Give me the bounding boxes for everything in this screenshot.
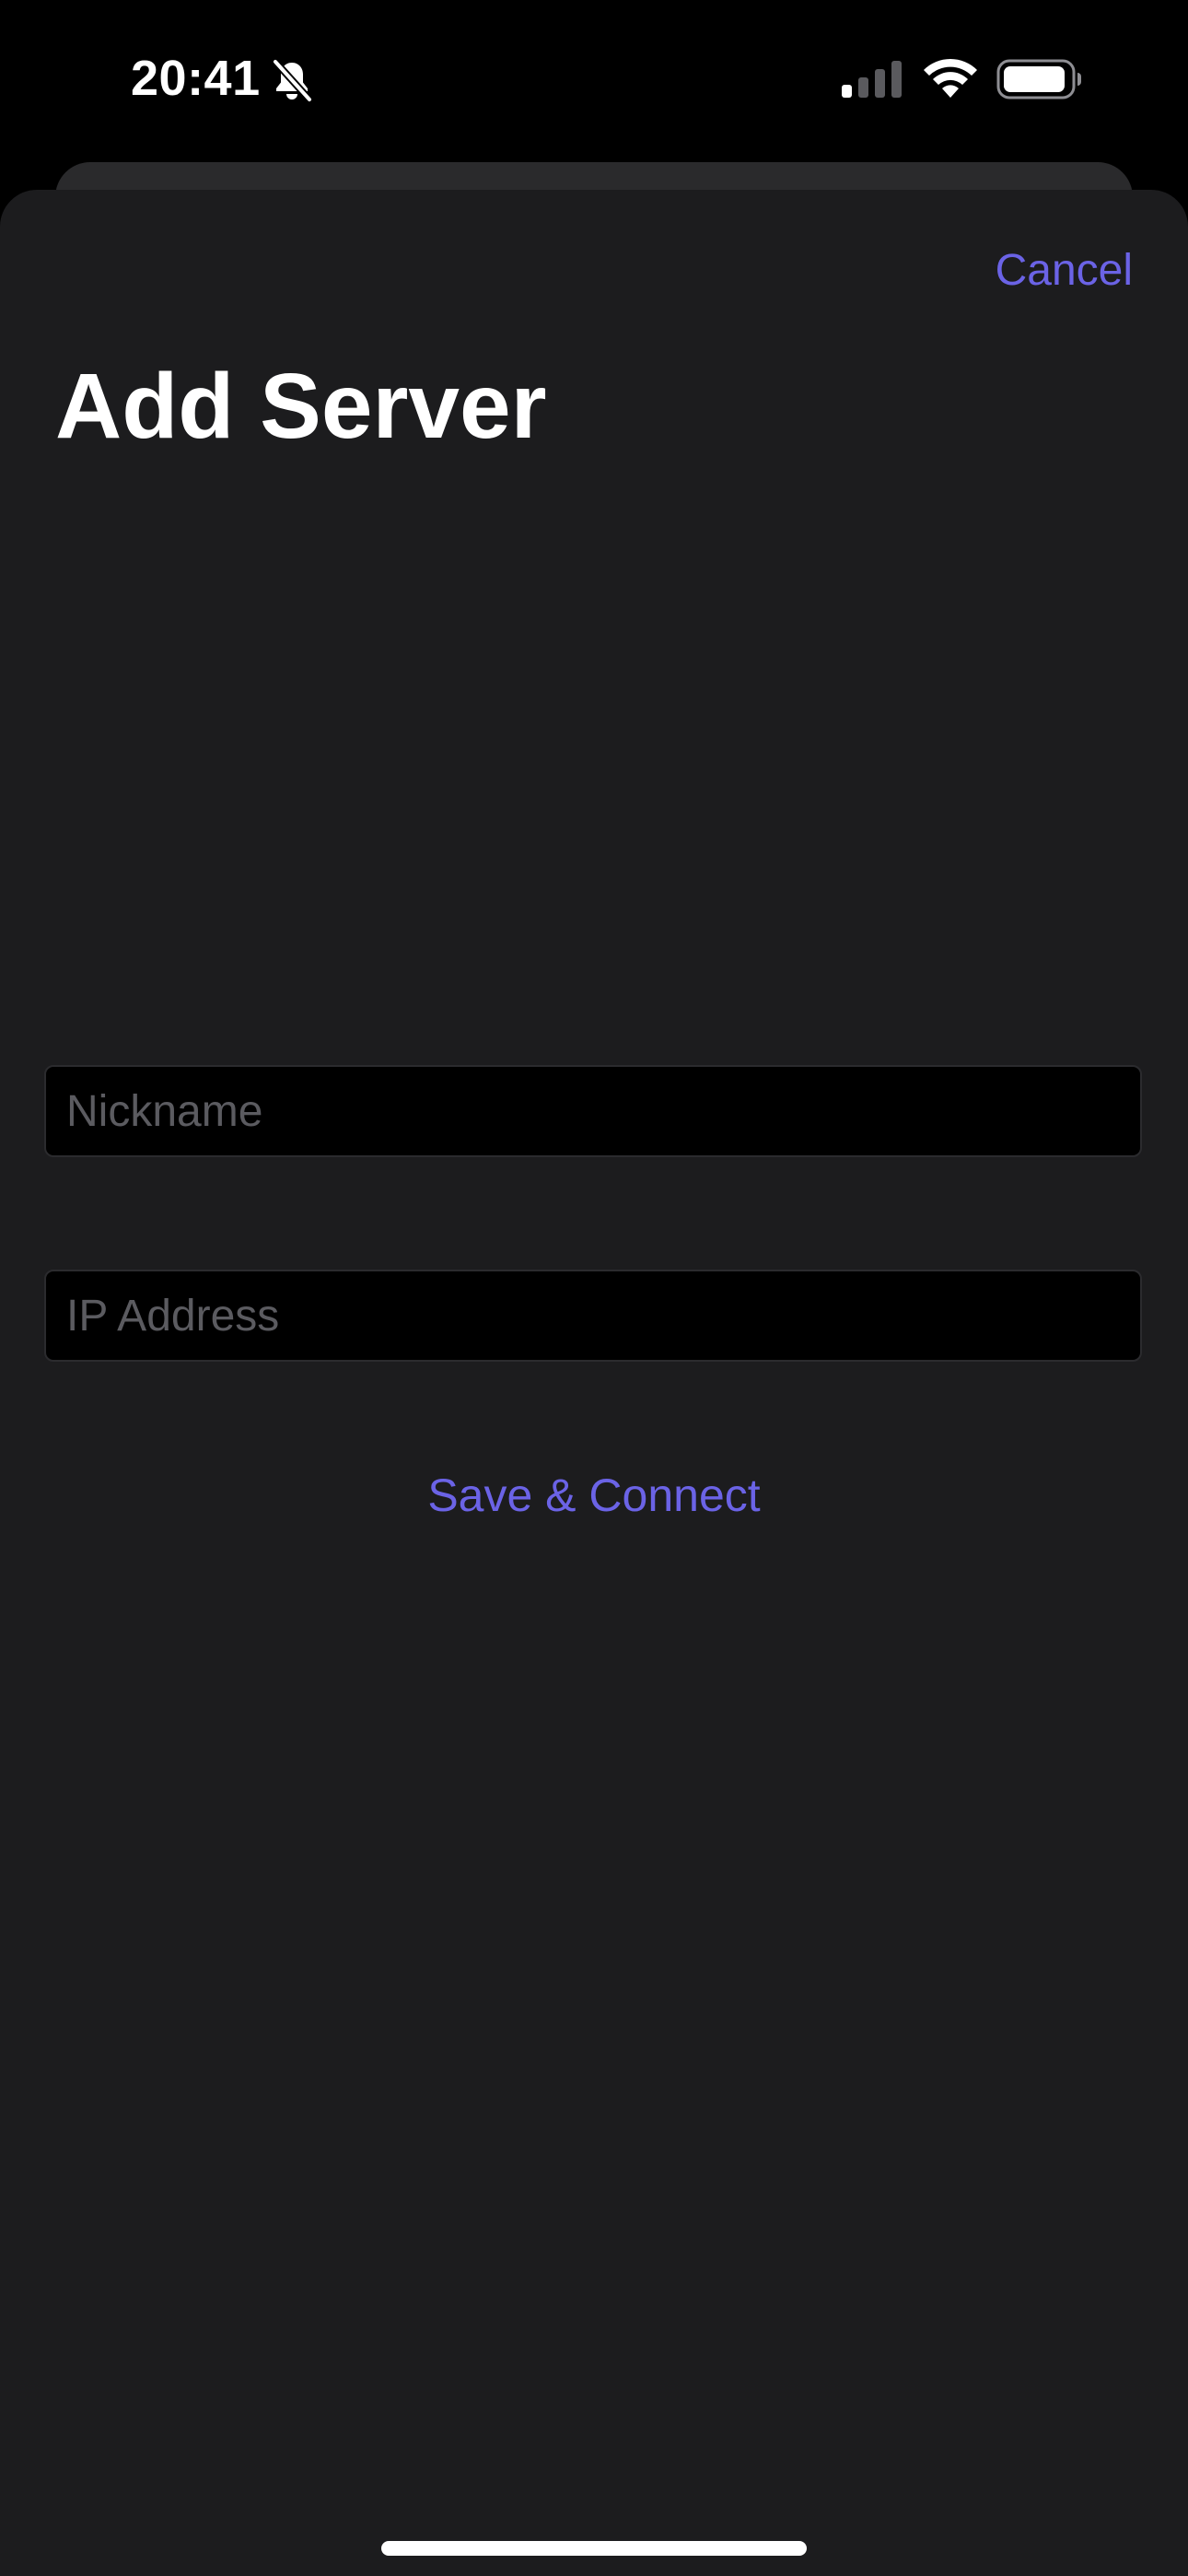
save-connect-button[interactable]: Save & Connect [0,1469,1188,1522]
bell-slash-icon [272,59,313,103]
status-bar: 20:41 [0,0,1188,162]
nickname-field[interactable] [44,1065,1142,1157]
ip-address-field[interactable] [44,1270,1142,1362]
cellular-signal-icon [842,61,902,98]
wifi-icon [924,58,977,98]
home-indicator[interactable] [381,2541,807,2556]
status-time: 20:41 [131,51,261,106]
add-server-sheet: Cancel Add Server [0,190,1188,2576]
page-title: Add Server [55,355,547,458]
cancel-button[interactable]: Cancel [996,245,1133,296]
battery-icon [996,59,1081,100]
